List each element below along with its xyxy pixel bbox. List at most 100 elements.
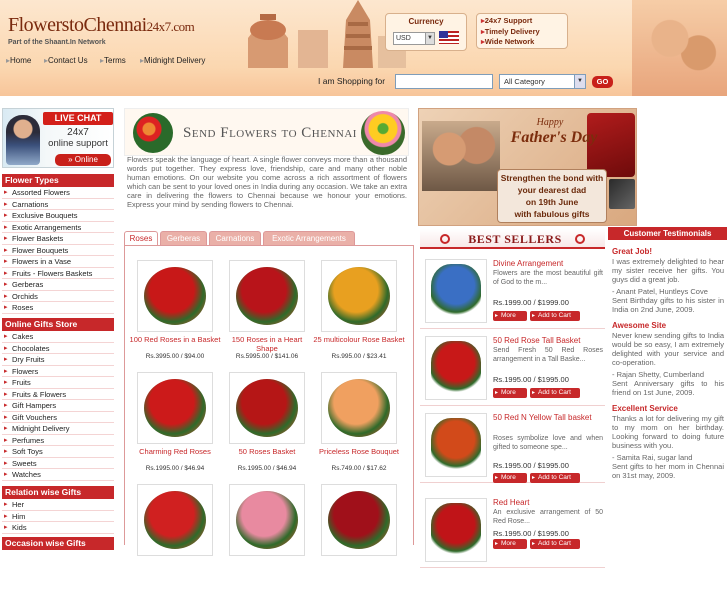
product-card[interactable]: 25 multicolour Rose Basket Rs.995.00 / $…	[313, 260, 405, 372]
sidebar-item[interactable]: Gerberas	[2, 279, 114, 291]
sidebar-item[interactable]: Exotic Arrangements	[2, 222, 114, 233]
tab-exotic-arrangements[interactable]: Exotic Arrangements	[263, 231, 355, 245]
banner-happy: Happy	[536, 117, 564, 128]
more-button[interactable]: More	[493, 388, 527, 398]
product-card[interactable]	[129, 484, 221, 596]
product-card[interactable]: 100 Red Roses in a Basket Rs.3995.00 / $…	[129, 260, 221, 372]
product-name[interactable]: 50 Red N Yellow Tall basket	[493, 413, 603, 423]
chevron-down-icon: ▼	[425, 33, 434, 44]
product-image[interactable]	[425, 336, 487, 400]
product-image[interactable]	[229, 372, 305, 444]
product-card[interactable]: Priceless Rose Bouquet Rs.749.00 / $17.6…	[313, 372, 405, 484]
sidebar-item[interactable]: Fruits - Flowers Baskets	[2, 268, 114, 279]
product-card[interactable]: 50 Roses Basket Rs.1995.00 / $46.94	[221, 372, 313, 484]
product-image[interactable]	[137, 372, 213, 444]
product-image[interactable]	[425, 413, 487, 477]
product-price: Rs.5995.00 / $141.06	[235, 353, 299, 360]
sidebar-item[interactable]: Her	[2, 499, 114, 511]
add-to-cart-button[interactable]: Add to Cart	[530, 473, 580, 483]
product-name[interactable]: Red Heart	[493, 498, 603, 508]
sidebar-item[interactable]: Orchids	[2, 291, 114, 302]
sidebar-item[interactable]: Kids	[2, 522, 114, 534]
tagline: Part of the Shaant.In Network	[8, 39, 106, 46]
add-to-cart-button[interactable]: Add to Cart	[530, 539, 580, 549]
product-description: An exclusive arrangement of 50 Red Rose.…	[493, 509, 603, 525]
sidebar-item[interactable]: Sweets	[2, 458, 114, 469]
sidebar-item[interactable]: Flower Bouquets	[2, 245, 114, 256]
sidebar-item[interactable]: Gift Hampers	[2, 400, 114, 412]
sidebar-item[interactable]: Midnight Delivery	[2, 423, 114, 435]
product-swatch	[144, 379, 206, 437]
fathers-day-banner[interactable]: Happy Father's Day Strengthen the bond w…	[418, 108, 637, 226]
product-image[interactable]	[137, 260, 213, 332]
product-card[interactable]: Charming Red Roses Rs.1995.00 / $46.94	[129, 372, 221, 484]
product-name[interactable]: 25 multicolour Rose Basket	[313, 335, 405, 344]
product-name[interactable]: 50 Roses Basket	[221, 447, 313, 456]
testimonial-text: Thanks a lot for delivering my gift to m…	[612, 414, 724, 450]
nav-midnight-delivery[interactable]: Midnight Delivery	[140, 56, 205, 65]
product-name[interactable]: Divine Arrangement	[493, 259, 603, 269]
testimonial-title: Awesome Site	[612, 321, 667, 330]
product-card[interactable]	[221, 484, 313, 596]
chevron-down-icon: ▼	[574, 75, 585, 88]
product-name[interactable]: 150 Roses in a Heart Shape	[221, 335, 313, 353]
sidebar-item[interactable]: Roses	[2, 302, 114, 314]
product-image[interactable]	[321, 484, 397, 556]
sidebar-item[interactable]: Dry Fruits	[2, 354, 114, 366]
sidebar-item[interactable]: Carnations	[2, 199, 114, 210]
sidebar-item[interactable]: Perfumes	[2, 435, 114, 446]
tab-gerberas[interactable]: Gerberas	[160, 231, 207, 245]
sidebar-heading: Online Gifts Store	[2, 318, 114, 331]
testimonial-text: Never knew sending gifts to India would …	[612, 331, 724, 367]
product-name[interactable]: Priceless Rose Bouquet	[313, 447, 405, 456]
go-button[interactable]: GO	[592, 76, 613, 88]
nav-home[interactable]: Home	[6, 56, 31, 65]
sidebar-item[interactable]: Flowers in a Vase	[2, 256, 114, 268]
site-logo[interactable]: FlowerstoChennai24x7.com	[8, 14, 195, 37]
banner-message: Strengthen the bond with your dearest da…	[497, 169, 607, 223]
sidebar-item[interactable]: Gift Vouchers	[2, 412, 114, 423]
product-image[interactable]	[229, 484, 305, 556]
more-button[interactable]: More	[493, 539, 527, 549]
product-image[interactable]	[137, 484, 213, 556]
sidebar-item[interactable]: Assorted Flowers	[2, 187, 114, 199]
product-image[interactable]	[229, 260, 305, 332]
add-to-cart-button[interactable]: Add to Cart	[530, 388, 580, 398]
online-button[interactable]: » Online	[55, 154, 111, 166]
nav-terms[interactable]: Terms	[100, 56, 126, 65]
live-chat-panel[interactable]: LIVE CHAT 24x7 online support » Online	[2, 108, 114, 168]
sidebar-item[interactable]: Chocolates	[2, 343, 114, 354]
product-image[interactable]	[321, 372, 397, 444]
bestseller-swatch	[431, 264, 481, 318]
testimonials-title: Customer Testimonials	[608, 227, 727, 240]
sidebar-item[interactable]: Watches	[2, 469, 114, 481]
product-card[interactable]	[313, 484, 405, 596]
product-name[interactable]: Charming Red Roses	[129, 447, 221, 456]
search-input[interactable]	[395, 74, 493, 89]
intro-title: Send Flowers to Chennai	[183, 125, 357, 141]
add-to-cart-button[interactable]: Add to Cart	[530, 311, 580, 321]
sidebar-item[interactable]: Flowers	[2, 366, 114, 377]
product-image[interactable]	[321, 260, 397, 332]
product-image[interactable]	[425, 498, 487, 562]
tab-carnations[interactable]: Carnations	[209, 231, 261, 245]
sidebar-item[interactable]: Soft Toys	[2, 446, 114, 458]
nav-contact-us[interactable]: Contact Us	[44, 56, 88, 65]
sidebar-item[interactable]: Cakes	[2, 331, 114, 343]
category-select[interactable]: All Category ▼	[499, 74, 586, 89]
product-image[interactable]	[425, 259, 487, 323]
sidebar-item[interactable]: Flower Baskets	[2, 233, 114, 245]
product-card[interactable]: 150 Roses in a Heart Shape Rs.5995.00 / …	[221, 260, 313, 372]
currency-dropdown[interactable]: USD ▼	[393, 32, 435, 45]
sidebar-item[interactable]: Fruits & Flowers	[2, 389, 114, 400]
product-name[interactable]: 50 Red Rose Tall Basket	[493, 336, 603, 346]
support-item: Timely Delivery	[481, 27, 563, 38]
product-name[interactable]: 100 Red Roses in a Basket	[129, 335, 221, 344]
more-button[interactable]: More	[493, 311, 527, 321]
sidebar-item[interactable]: Exclusive Bouquets	[2, 210, 114, 222]
sidebar-item[interactable]: Fruits	[2, 377, 114, 389]
product-price: Rs.1995.00 / $1995.00	[493, 375, 569, 384]
more-button[interactable]: More	[493, 473, 527, 483]
tab-roses[interactable]: Roses	[124, 231, 158, 246]
sidebar-item[interactable]: Him	[2, 511, 114, 522]
